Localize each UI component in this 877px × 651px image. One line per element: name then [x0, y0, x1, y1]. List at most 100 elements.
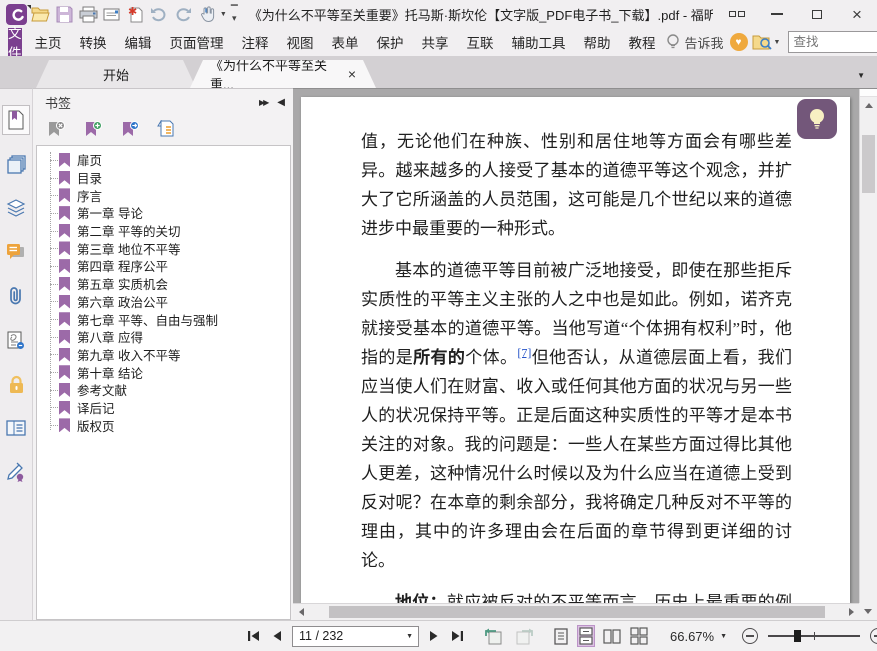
- tab-document[interactable]: 《为什么不平等至关重... ×: [190, 60, 376, 88]
- email-button[interactable]: [101, 3, 123, 25]
- first-page-button[interactable]: [247, 625, 260, 647]
- bookmark-item[interactable]: 扉页: [37, 151, 290, 169]
- expand-bookmarks-button[interactable]: [156, 119, 178, 141]
- bookmark-item[interactable]: 第三章 地位不平等: [37, 239, 290, 257]
- new-from-clipboard-button[interactable]: ✱: [125, 3, 147, 25]
- menu-item[interactable]: 编辑: [116, 28, 161, 56]
- page-number-input[interactable]: [293, 629, 407, 643]
- scroll-up-button[interactable]: [860, 97, 877, 113]
- rail-pages-button[interactable]: [2, 149, 30, 179]
- bookmarks-panel-title: 书签: [45, 95, 72, 111]
- page-field-dropdown[interactable]: ▼: [406, 633, 418, 640]
- continuous-facing-view-button[interactable]: [629, 625, 649, 647]
- continuous-view-button[interactable]: [577, 625, 595, 647]
- bookmark-item[interactable]: 第十章 结论: [37, 363, 290, 381]
- menu-file[interactable]: 文件: [8, 26, 22, 61]
- assistant-lightbulb-button[interactable]: [797, 99, 837, 139]
- rail-layers-button[interactable]: [2, 193, 30, 223]
- bookmark-item[interactable]: 版权页: [37, 416, 290, 434]
- arrange-windows-button[interactable]: [717, 2, 757, 26]
- rail-comments-button[interactable]: [2, 237, 30, 267]
- bookmark-label: 第四章 程序公平: [77, 260, 168, 275]
- restore-button[interactable]: [797, 2, 837, 26]
- scroll-right-button[interactable]: [843, 604, 859, 620]
- print-button[interactable]: [77, 3, 99, 25]
- facing-view-button[interactable]: [602, 625, 622, 647]
- menu-item[interactable]: 保护: [368, 28, 413, 56]
- menu-item[interactable]: 互联: [458, 28, 503, 56]
- close-button[interactable]: ×: [837, 2, 877, 26]
- horizontal-scrollbar[interactable]: [293, 603, 859, 620]
- bookmark-item[interactable]: 目录: [37, 169, 290, 187]
- tab-list-dropdown[interactable]: ▼: [857, 71, 865, 80]
- bookmark-item[interactable]: 译后记: [37, 399, 290, 417]
- menu-item[interactable]: 页面管理: [161, 28, 233, 56]
- bookmark-item[interactable]: 第五章 实质机会: [37, 275, 290, 293]
- menu-item[interactable]: 表单: [323, 28, 368, 56]
- set-destination-button[interactable]: [119, 119, 141, 141]
- menu-item[interactable]: 注释: [233, 28, 278, 56]
- bookmark-item[interactable]: 序言: [37, 186, 290, 204]
- last-page-button[interactable]: [451, 625, 464, 647]
- zoom-dropdown[interactable]: ▼: [720, 633, 732, 640]
- expand-panel-icon[interactable]: ▶▶: [259, 98, 269, 107]
- bookmark-item[interactable]: 第八章 应得: [37, 328, 290, 346]
- close-tab-icon[interactable]: ×: [348, 67, 356, 81]
- search-folder-icon[interactable]: [752, 34, 774, 51]
- undo-button[interactable]: [149, 3, 171, 25]
- redo-button[interactable]: [172, 3, 194, 25]
- menu-item[interactable]: 共享: [413, 28, 458, 56]
- pdf-page[interactable]: 值，无论他们在种族、性别和居住地等方面会有哪些差异。越来越多的人接受了基本的道德…: [301, 97, 850, 603]
- customize-quick-access-button[interactable]: ▔ ▾: [231, 6, 238, 23]
- save-button[interactable]: [54, 3, 76, 25]
- bookmark-item[interactable]: 参考文献: [37, 381, 290, 399]
- bookmark-label: 译后记: [77, 401, 115, 416]
- rail-attachments-button[interactable]: [2, 281, 30, 311]
- scroll-left-button[interactable]: [293, 604, 309, 620]
- previous-view-button[interactable]: [484, 625, 503, 647]
- add-bookmark-button[interactable]: [82, 119, 104, 141]
- menu-item[interactable]: 辅助工具: [503, 28, 575, 56]
- zoom-in-button[interactable]: [870, 628, 877, 644]
- bookmark-item[interactable]: 第六章 政治公平: [37, 293, 290, 311]
- app-logo-button[interactable]: [6, 3, 32, 25]
- zoom-slider[interactable]: [768, 630, 861, 642]
- menu-item[interactable]: 视图: [278, 28, 323, 56]
- single-page-view-button[interactable]: [552, 625, 570, 647]
- tell-me-label[interactable]: 告诉我: [685, 33, 725, 52]
- menu-item[interactable]: 转换: [71, 28, 116, 56]
- scroll-down-button[interactable]: [859, 603, 877, 620]
- find-input[interactable]: [789, 35, 877, 49]
- rail-destinations-button[interactable]: [2, 325, 30, 355]
- search-folder-dropdown[interactable]: ▼: [774, 39, 781, 46]
- next-page-button[interactable]: [429, 625, 439, 647]
- zoom-out-button[interactable]: [742, 628, 759, 644]
- bookmark-item[interactable]: 第一章 导论: [37, 204, 290, 222]
- next-view-button[interactable]: [515, 625, 534, 647]
- tab-start[interactable]: 开始: [36, 60, 196, 88]
- delete-bookmark-button[interactable]: [45, 119, 67, 141]
- rail-fields-button[interactable]: [2, 413, 30, 443]
- menu-item[interactable]: 教程: [620, 28, 665, 56]
- vertical-scroll-thumb[interactable]: [862, 135, 875, 193]
- vertical-scrollbar[interactable]: [859, 89, 877, 603]
- rail-bookmarks-button[interactable]: [2, 105, 30, 135]
- bookmark-item[interactable]: 第四章 程序公平: [37, 257, 290, 275]
- rail-signatures-button[interactable]: [2, 457, 30, 487]
- previous-page-button[interactable]: [272, 625, 282, 647]
- hand-tool-dropdown[interactable]: ▼: [220, 11, 227, 18]
- favorite-heart-icon[interactable]: ♥: [729, 33, 748, 51]
- rail-security-button[interactable]: [2, 369, 30, 399]
- collapse-panel-icon[interactable]: ◀: [277, 97, 285, 108]
- hand-tool-button[interactable]: [196, 3, 218, 25]
- open-file-button[interactable]: [30, 3, 52, 25]
- bookmark-item[interactable]: 第九章 收入不平等: [37, 346, 290, 364]
- zoom-slider-thumb[interactable]: [794, 630, 802, 642]
- bookmark-item[interactable]: 第七章 平等、自由与强制: [37, 310, 290, 328]
- bookmark-item[interactable]: 第二章 平等的关切: [37, 222, 290, 240]
- menu-item[interactable]: 帮助: [575, 28, 620, 56]
- footnote-link[interactable]: [7]: [517, 345, 531, 359]
- horizontal-scroll-thumb[interactable]: [329, 606, 825, 618]
- minimize-button[interactable]: [757, 2, 797, 26]
- menu-item[interactable]: 主页: [26, 28, 71, 56]
